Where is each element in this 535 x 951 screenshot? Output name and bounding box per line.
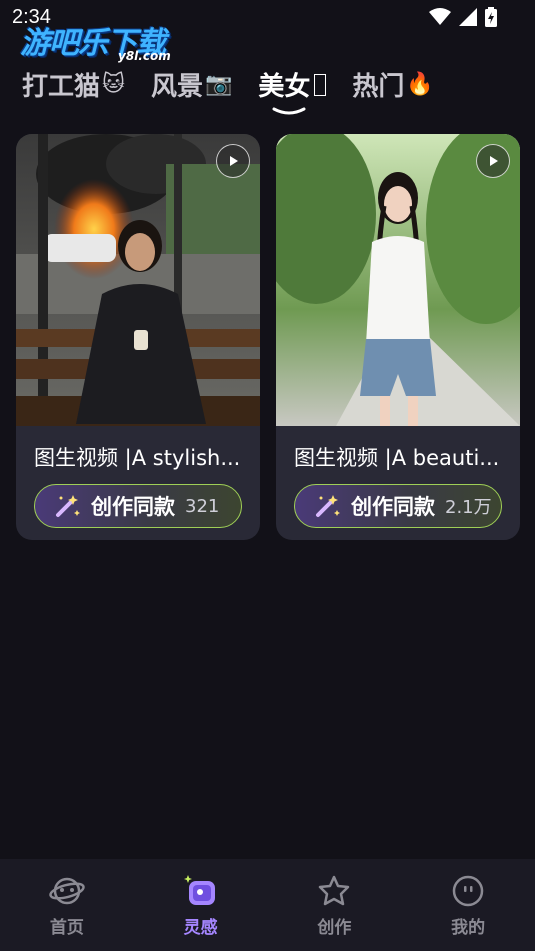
nav-create[interactable]: 创作 [268, 859, 402, 951]
tab-meinv[interactable]: 美女 [258, 66, 327, 115]
tab-dagongmao[interactable]: 打工猫 🐱 [22, 66, 125, 103]
fire-emoji-icon: 🔥 [406, 72, 434, 97]
tab-label: 美女 [258, 72, 311, 102]
magic-wand-icon [56, 495, 80, 517]
profile-face-icon [452, 875, 484, 907]
category-tabs: 打工猫 🐱 风景 📷 美女 热门 🔥 [22, 66, 434, 115]
wifi-icon [429, 8, 451, 25]
card-title: 图生视频 |A beauti... [294, 446, 500, 470]
create-same-label: 创作同款 [351, 495, 435, 519]
nav-label: 首页 [49, 918, 84, 938]
tab-label: 热门 [352, 72, 405, 102]
tab-remen[interactable]: 热门 🔥 [352, 66, 433, 103]
battery-icon [485, 7, 497, 27]
create-same-button[interactable]: 创作同款 2.1万 [294, 484, 502, 528]
content-grid: 图生视频 |A stylish... 创作同款 321 图生视频 |A beau… [16, 134, 520, 540]
nav-profile[interactable]: 我的 [401, 859, 535, 951]
tab-label: 打工猫 [22, 72, 101, 102]
usage-count: 2.1万 [445, 497, 492, 518]
video-thumbnail[interactable] [16, 134, 260, 426]
thumbnail-image [16, 134, 260, 426]
play-button[interactable] [216, 144, 250, 178]
usage-count: 321 [185, 495, 220, 517]
missing-glyph-icon [314, 73, 327, 96]
cat-emoji-icon: 🐱 [102, 72, 125, 97]
tab-active-indicator [272, 107, 306, 115]
watermark-logo: 游吧乐下载 y8l.com [20, 18, 190, 66]
thumbnail-image [276, 134, 520, 426]
nav-label: 我的 [451, 918, 486, 938]
video-card[interactable]: 图生视频 |A stylish... 创作同款 321 [16, 134, 260, 540]
tab-fengjing[interactable]: 风景 📷 [151, 66, 232, 103]
nav-inspiration[interactable]: 灵感 [134, 859, 268, 951]
play-icon [230, 156, 238, 166]
nav-label: 灵感 [183, 918, 218, 938]
bottom-nav: 首页 灵感 创作 我的 [0, 859, 535, 951]
create-same-label: 创作同款 [91, 495, 175, 519]
video-card[interactable]: 图生视频 |A beauti... 创作同款 2.1万 [276, 134, 520, 540]
inspiration-icon [183, 875, 215, 905]
status-icons [429, 7, 497, 27]
tab-label: 风景 [150, 72, 203, 102]
planet-icon [49, 877, 85, 905]
watermark-sub: y8l.com [118, 49, 171, 63]
nav-label: 创作 [317, 918, 352, 938]
magic-wand-icon [316, 495, 340, 517]
card-title: 图生视频 |A stylish... [34, 446, 241, 470]
play-button[interactable] [476, 144, 510, 178]
video-thumbnail[interactable] [276, 134, 520, 426]
star-create-icon [319, 875, 350, 906]
play-icon [490, 156, 498, 166]
camera-emoji-icon: 📷 [204, 72, 233, 97]
signal-icon [459, 8, 477, 26]
create-same-button[interactable]: 创作同款 321 [34, 484, 242, 528]
nav-home[interactable]: 首页 [0, 859, 134, 951]
